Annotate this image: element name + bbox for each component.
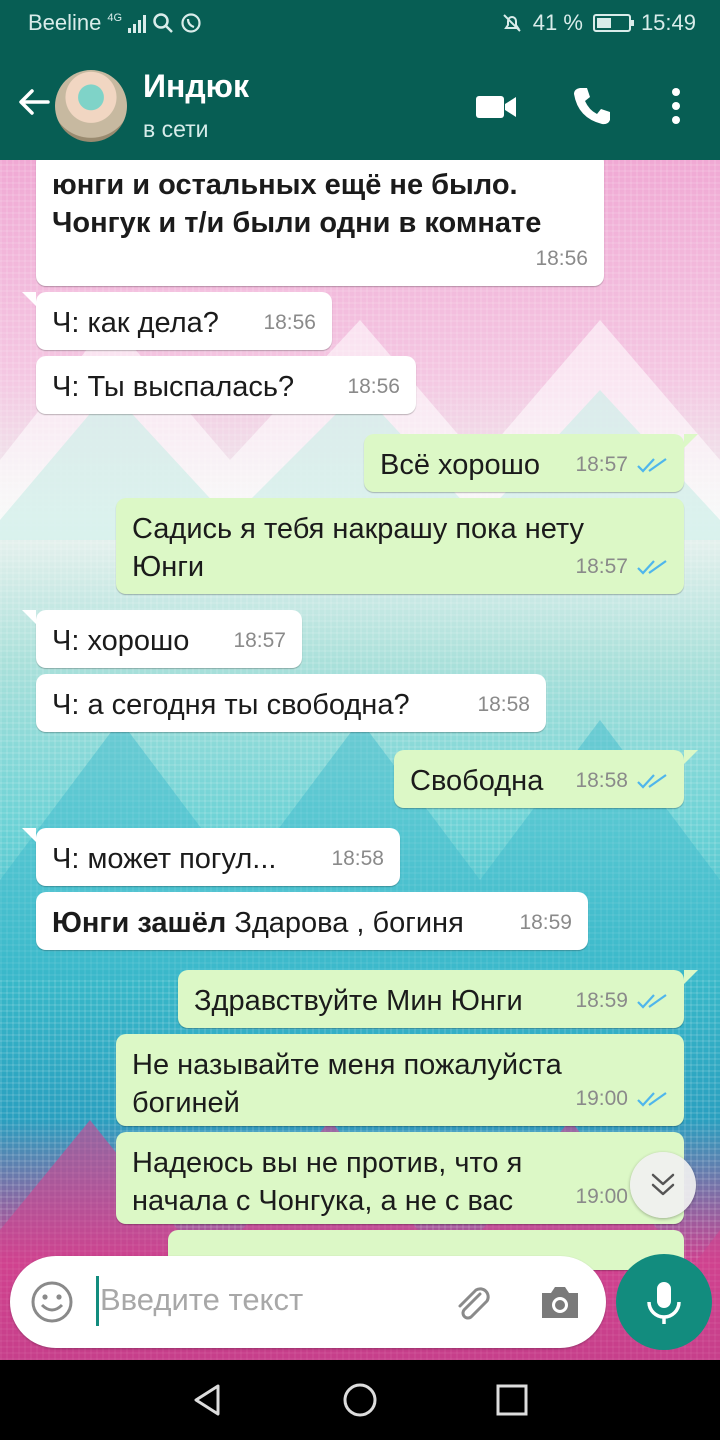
message-time: 18:56 <box>347 375 400 398</box>
read-ticks-icon <box>637 458 667 473</box>
message-time: 18:59 <box>519 911 572 934</box>
message-text: Юнги зашёл Здарова , богиня <box>52 907 464 939</box>
message-time: 18:57 <box>575 446 668 484</box>
read-ticks-icon <box>637 994 667 1009</box>
back-arrow-icon[interactable] <box>14 82 54 122</box>
chat-area[interactable]: юнги и остальных ещё не было. Чонгук и т… <box>0 160 720 1360</box>
message-time: 18:56 <box>535 247 588 270</box>
scroll-to-bottom-button[interactable] <box>630 1152 696 1218</box>
whatsapp-icon <box>181 13 201 33</box>
message-time: 18:58 <box>331 847 384 870</box>
nav-back-icon[interactable] <box>188 1380 228 1420</box>
status-bar: Beeline 4G 41 % 15:49 <box>0 0 720 48</box>
message-text: Ч: а сегодня ты свободна? <box>52 689 410 721</box>
read-ticks-icon <box>637 774 667 789</box>
message-outgoing[interactable]: Садись я тебя накрашу пока нету Юнги 18:… <box>116 498 684 594</box>
message-outgoing[interactable]: Всё хорошо 18:57 <box>364 434 698 492</box>
message-time: 18:59 <box>575 982 668 1020</box>
double-chevron-down-icon <box>651 1173 675 1196</box>
chat-header: Индюк в сети <box>0 48 720 160</box>
message-outgoing[interactable]: Здравствуйте Мин Юнги 18:59 <box>178 970 698 1028</box>
message-input[interactable]: Введите текст <box>100 1282 303 1318</box>
network-type-label: 4G <box>107 12 123 24</box>
message-time: 18:56 <box>263 311 316 334</box>
message-input-bar: Введите текст <box>10 1256 606 1348</box>
message-text: юнги и остальных ещё не было. Чонгук и т… <box>52 169 542 239</box>
system-nav-bar <box>0 1360 720 1440</box>
status-right: 41 % 15:49 <box>501 10 696 36</box>
search-icon <box>153 13 173 33</box>
message-incoming[interactable]: юнги и остальных ещё не было. Чонгук и т… <box>36 160 604 286</box>
video-call-icon[interactable] <box>474 84 518 128</box>
message-time: 18:57 <box>575 548 668 586</box>
battery-percent: 41 % <box>532 10 583 35</box>
message-incoming[interactable]: Ч: Ты выспалась? 18:56 <box>36 356 416 414</box>
camera-icon[interactable] <box>538 1280 582 1324</box>
message-incoming[interactable]: Ч: а сегодня ты свободна? 18:58 <box>36 674 546 732</box>
message-time: 18:57 <box>233 629 286 652</box>
message-outgoing[interactable]: Свободна 18:58 <box>394 750 698 808</box>
read-ticks-icon <box>637 560 667 575</box>
contact-avatar[interactable] <box>55 70 127 142</box>
nav-home-icon[interactable] <box>340 1380 380 1420</box>
phone-icon[interactable] <box>570 84 614 128</box>
message-time: 18:58 <box>575 762 668 800</box>
message-incoming[interactable]: Ч: хорошо 18:57 <box>22 610 302 668</box>
carrier-label: Beeline <box>28 10 102 35</box>
voice-message-button[interactable] <box>616 1254 712 1350</box>
message-time: 19:00 <box>575 1185 628 1208</box>
mute-bell-icon <box>503 14 521 32</box>
text-cursor <box>96 1276 99 1326</box>
microphone-icon <box>647 1282 681 1324</box>
sender-action-label: Юнги зашёл <box>52 907 227 939</box>
nav-recents-icon[interactable] <box>492 1380 532 1420</box>
attach-icon[interactable] <box>450 1280 494 1324</box>
message-incoming[interactable]: Ч: как дела? 18:56 <box>22 292 332 350</box>
message-time: 19:00 <box>575 1080 668 1118</box>
read-ticks-icon <box>637 1092 667 1107</box>
contact-name[interactable]: Индюк <box>143 68 249 105</box>
battery-icon <box>592 14 634 32</box>
message-incoming[interactable]: Юнги зашёл Здарова , богиня 18:59 <box>36 892 588 950</box>
more-options-icon[interactable] <box>654 84 698 128</box>
message-time: 18:58 <box>477 693 530 716</box>
message-outgoing[interactable]: Надеюсь вы не против, что я начала с Чон… <box>116 1132 684 1224</box>
message-outgoing[interactable]: Не называйте меня пожалуйста богиней 19:… <box>116 1034 684 1126</box>
signal-icon <box>128 13 147 33</box>
message-incoming[interactable]: Ч: может погул... 18:58 <box>22 828 400 886</box>
clock: 15:49 <box>640 10 696 35</box>
contact-status: в сети <box>143 116 209 142</box>
emoji-icon[interactable] <box>30 1280 74 1324</box>
status-left: Beeline 4G <box>28 10 202 36</box>
